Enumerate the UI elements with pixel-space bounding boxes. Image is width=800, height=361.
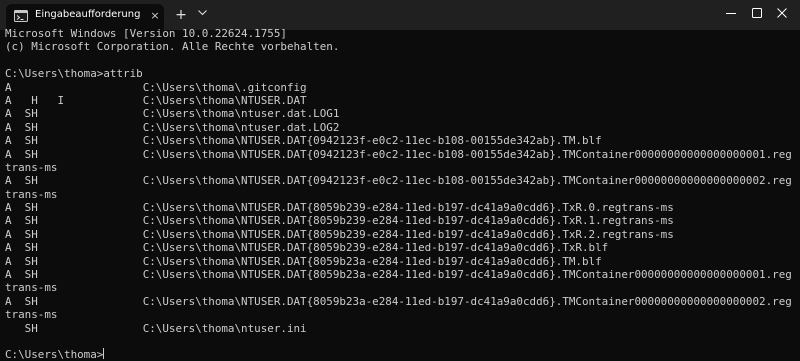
terminal-line: A SH C:\Users\thoma\ntuser.dat.LOG2 [5,120,340,134]
chevron-down-icon[interactable] [194,7,210,23]
terminal-line: SH C:\Users\thoma\ntuser.ini [5,321,307,335]
close-button[interactable] [764,0,800,28]
terminal-line: A SH C:\Users\thoma\NTUSER.DAT{8059b239-… [5,227,674,241]
terminal-line: A SH C:\Users\thoma\NTUSER.DAT{8059b23a-… [5,254,602,268]
terminal-output[interactable]: Microsoft Windows [Version 10.0.22624.17… [5,27,795,359]
terminal-line: A SH C:\Users\thoma\NTUSER.DAT{8059b23a-… [5,268,792,282]
terminal-line: C:\Users\thoma>attrib [5,67,143,81]
terminal-line: A SH C:\Users\thoma\NTUSER.DAT{0942123f-… [5,174,792,188]
terminal-line: trans-ms [5,187,58,201]
terminal-line: A C:\Users\thoma\.gitconfig [5,80,307,94]
maximize-icon [752,8,762,18]
terminal-line: A SH C:\Users\thoma\NTUSER.DAT{0942123f-… [5,147,792,161]
terminal-line: A SH C:\Users\thoma\NTUSER.DAT{8059b23a-… [5,294,792,308]
terminal-line: A H I C:\Users\thoma\NTUSER.DAT [5,93,307,107]
text-cursor [103,348,105,359]
terminal-window: Eingabeaufforderung × + Microsoft Window… [0,0,800,361]
title-bar: Eingabeaufforderung × + [0,0,800,30]
command-prompt-icon [14,10,28,22]
tab-title: Eingabeaufforderung [35,9,141,20]
terminal-line: A SH C:\Users\thoma\NTUSER.DAT{8059b239-… [5,201,674,215]
tab-close-icon[interactable]: × [149,9,161,23]
close-icon [777,8,787,18]
prompt-line: C:\Users\thoma> [5,348,105,359]
terminal-line: A SH C:\Users\thoma\NTUSER.DAT{0942123f-… [5,134,602,148]
terminal-line: Microsoft Windows [Version 10.0.22624.17… [5,27,287,40]
terminal-line: trans-ms [5,308,58,322]
new-tab-button[interactable]: + [172,7,190,23]
terminal-line: trans-ms [5,160,58,174]
terminal-line: A SH C:\Users\thoma\NTUSER.DAT{8059b239-… [5,241,609,255]
terminal-line: A SH C:\Users\thoma\NTUSER.DAT{8059b239-… [5,214,674,228]
terminal-line: (c) Microsoft Corporation. Alle Rechte v… [5,40,340,54]
terminal-line: trans-ms [5,281,58,295]
terminal-line: A SH C:\Users\thoma\ntuser.dat.LOG1 [5,107,340,121]
